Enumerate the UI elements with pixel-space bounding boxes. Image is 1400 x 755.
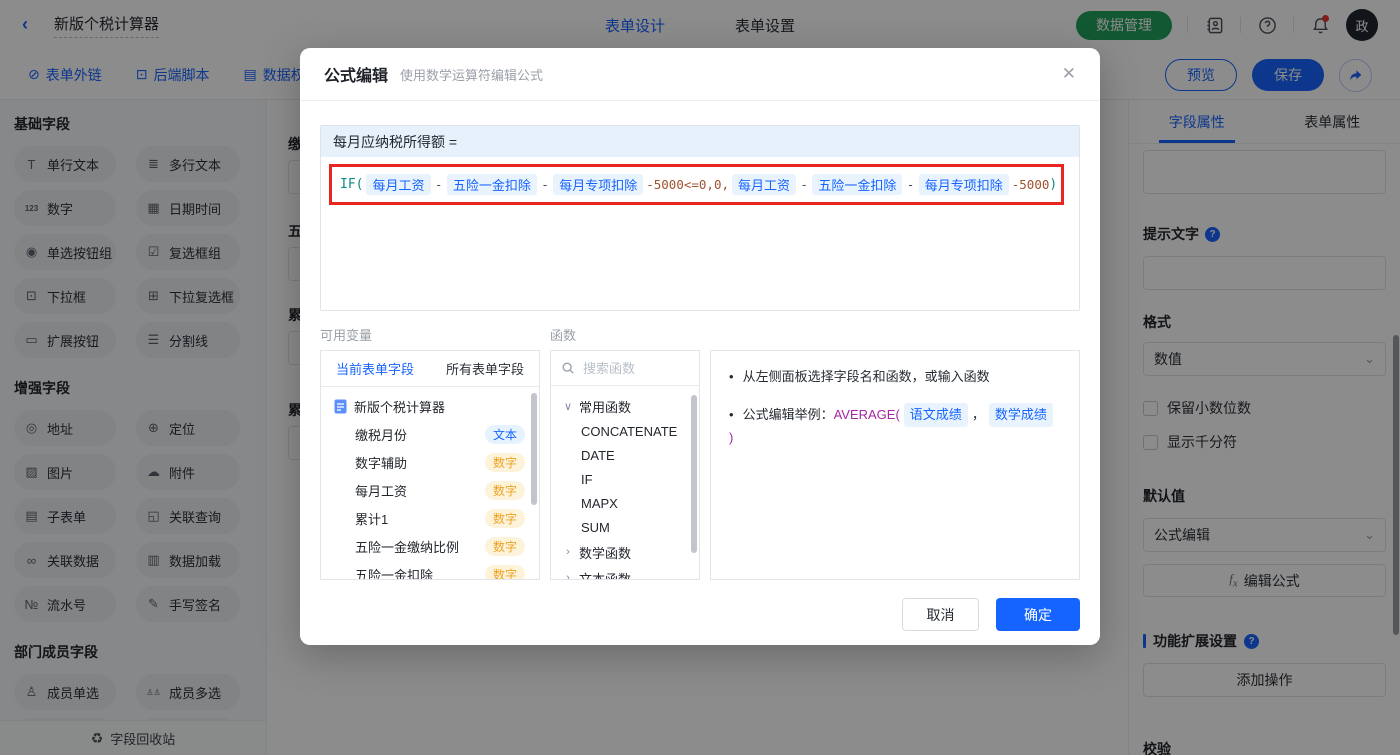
red-annotation-box: IF(每月工资 - 五险一金扣除 - 每月专项扣除 -5000<=0,0, 每月工资 - 五险一… bbox=[329, 164, 1064, 205]
functions-tree: ∨ 常用函数 CONCATENATE DATE IF MAPX SUM › 数学函数 › 文本函数 bbox=[551, 386, 699, 580]
modal-title: 公式编辑 bbox=[324, 68, 389, 85]
example-chip: 数学成绩 bbox=[988, 403, 1053, 427]
modal-footer: 取消 确定 bbox=[320, 598, 1080, 631]
formula-token-chip[interactable]: 每月专项扣除 bbox=[918, 174, 1009, 195]
chevron-right-icon: › bbox=[566, 546, 570, 558]
variable-type-badge: 数字 bbox=[484, 564, 525, 579]
search-icon bbox=[562, 362, 574, 374]
example-chip: 语文成绩 bbox=[903, 403, 968, 427]
formula-token-chip[interactable]: 每月工资 bbox=[732, 174, 797, 195]
variable-name: 每月工资 bbox=[355, 483, 408, 499]
cancel-button[interactable]: 取消 bbox=[902, 598, 979, 631]
chevron-right-icon: › bbox=[566, 572, 570, 580]
function-item-sum[interactable]: SUM bbox=[551, 515, 699, 539]
formula-expression[interactable]: IF(每月工资 - 五险一金扣除 - 每月专项扣除 -5000<=0,0, 每月工资 - 五险一… bbox=[340, 174, 1057, 195]
modal-subtitle: 使用数学运算符编辑公式 bbox=[400, 67, 544, 83]
variable-item[interactable]: 五险一金扣除 数字 bbox=[321, 560, 539, 580]
variables-list: 新版个税计算器 缴税月份 文本 数字辅助 数字 每月工资 数字 累计1 数字 五险一金缴纳比例 数字… bbox=[321, 387, 539, 580]
variable-name: 累计1 bbox=[355, 511, 389, 527]
function-group-name: 文本函数 bbox=[579, 571, 632, 580]
function-group-name: 常用函数 bbox=[579, 399, 632, 415]
form-doc-icon bbox=[334, 399, 347, 414]
formula-token-num: -5000<=0,0, bbox=[646, 177, 730, 192]
modal-header: 公式编辑 使用数学运算符编辑公式 ✕ bbox=[300, 48, 1100, 101]
formula-token-op: - bbox=[542, 177, 548, 192]
functions-panel: ∨ 常用函数 CONCATENATEDATEIFMAPXSUM › 数学函数 › 文本函数 bbox=[550, 350, 700, 580]
help-tip-2: • 公式编辑举例： AVERAGE( 语文成绩 ， 数学成绩 ) bbox=[729, 403, 1061, 449]
variables-scrollbar[interactable] bbox=[531, 393, 537, 505]
formula-token-num: -5000 bbox=[1011, 177, 1050, 192]
variable-type-badge: 数字 bbox=[484, 536, 525, 556]
function-item-date[interactable]: DATE bbox=[551, 443, 699, 467]
function-item-if[interactable]: IF bbox=[551, 467, 699, 491]
tab-current-form-fields[interactable]: 当前表单字段 bbox=[336, 359, 414, 378]
tab-all-form-fields[interactable]: 所有表单字段 bbox=[446, 359, 524, 378]
variable-name: 五险一金扣除 bbox=[355, 567, 434, 580]
formula-token-chip[interactable]: 每月专项扣除 bbox=[553, 174, 644, 195]
variable-name: 五险一金缴纳比例 bbox=[355, 539, 460, 555]
variable-type-badge: 文本 bbox=[484, 424, 525, 444]
variable-type-badge: 数字 bbox=[484, 508, 525, 528]
functions-label: 函数 bbox=[550, 328, 577, 343]
variable-name: 数字辅助 bbox=[355, 455, 408, 471]
formula-token-chip[interactable]: 五险一金扣除 bbox=[446, 174, 537, 195]
bullet-icon: • bbox=[729, 407, 734, 422]
variable-item[interactable]: 数字辅助 数字 bbox=[321, 448, 539, 476]
variable-item[interactable]: 每月工资 数字 bbox=[321, 476, 539, 504]
functions-scrollbar[interactable] bbox=[691, 395, 697, 553]
function-group-expanded[interactable]: ∨ 常用函数 bbox=[551, 393, 699, 419]
variables-label: 可用变量 bbox=[320, 328, 373, 343]
function-search-input[interactable] bbox=[583, 360, 673, 376]
help-column: • 从左侧面板选择字段名和函数，或输入函数 • 公式编辑举例： AVERAGE(… bbox=[710, 325, 1080, 580]
function-group-name: 数学函数 bbox=[579, 545, 632, 561]
function-item-concatenate[interactable]: CONCATENATE bbox=[551, 419, 699, 443]
variables-column: 可用变量 当前表单字段 所有表单字段 新版个税计算器 缴税月份 文本 数字辅助 数字 每月… bbox=[320, 325, 540, 580]
formula-target-label: 每月应纳税所得额 = bbox=[321, 126, 1079, 157]
chevron-down-icon: ∨ bbox=[563, 400, 573, 413]
function-search[interactable] bbox=[551, 351, 699, 386]
variable-item[interactable]: 缴税月份 文本 bbox=[321, 420, 539, 448]
function-item-mapx[interactable]: MAPX bbox=[551, 491, 699, 515]
variable-item[interactable]: 五险一金缴纳比例 数字 bbox=[321, 532, 539, 560]
bullet-icon: • bbox=[729, 369, 734, 384]
formula-token-op: - bbox=[802, 177, 807, 192]
formula-textarea[interactable]: IF(每月工资 - 五险一金扣除 - 每月专项扣除 -5000<=0,0, 每月工资 - 五险一… bbox=[321, 157, 1079, 310]
formula-token-func: IF( bbox=[340, 177, 364, 192]
formula-token-op: - bbox=[436, 177, 441, 192]
help-tip-1: • 从左侧面板选择字段名和函数，或输入函数 bbox=[729, 366, 1061, 388]
modal-body: 每月应纳税所得额 = IF(每月工资 - 五险一金扣除 - 每月专项扣除 -5000<=0… bbox=[300, 101, 1100, 631]
variable-type-badge: 数字 bbox=[484, 480, 525, 500]
function-group-collapsed[interactable]: › 数学函数 bbox=[551, 539, 699, 565]
modal-panels: 可用变量 当前表单字段 所有表单字段 新版个税计算器 缴税月份 文本 数字辅助 数字 每月… bbox=[320, 325, 1080, 580]
formula-help-box: • 从左侧面板选择字段名和函数，或输入函数 • 公式编辑举例： AVERAGE(… bbox=[710, 350, 1080, 580]
formula-editor: 每月应纳税所得额 = IF(每月工资 - 五险一金扣除 - 每月专项扣除 -5000<=0… bbox=[320, 125, 1080, 311]
variables-form-name: 新版个税计算器 bbox=[354, 400, 446, 415]
variables-tabs: 当前表单字段 所有表单字段 bbox=[321, 351, 539, 387]
close-icon[interactable]: ✕ bbox=[1062, 64, 1076, 84]
help-label-spacer bbox=[710, 325, 1080, 345]
formula-token-chip[interactable]: 五险一金扣除 bbox=[812, 174, 903, 195]
variable-item[interactable]: 累计1 数字 bbox=[321, 504, 539, 532]
variables-panel: 当前表单字段 所有表单字段 新版个税计算器 缴税月份 文本 数字辅助 数字 每月工资 数字累… bbox=[320, 350, 540, 580]
function-group-collapsed[interactable]: › 文本函数 bbox=[551, 565, 699, 580]
formula-token-chip[interactable]: 每月工资 bbox=[366, 174, 431, 195]
formula-edit-modal: 公式编辑 使用数学运算符编辑公式 ✕ 每月应纳税所得额 = IF(每月工资 - 五险… bbox=[300, 48, 1100, 645]
formula-token-func: ) bbox=[1049, 177, 1058, 192]
confirm-button[interactable]: 确定 bbox=[996, 598, 1080, 631]
variable-type-badge: 数字 bbox=[484, 452, 525, 472]
variable-name: 缴税月份 bbox=[355, 427, 408, 443]
functions-column: 函数 ∨ 常用函数 CONCATENATEDATEIFMAPXSUM › 数学函数 › 文本… bbox=[550, 325, 700, 580]
formula-token-op: - bbox=[908, 177, 913, 192]
variables-form-title: 新版个税计算器 bbox=[321, 393, 539, 420]
